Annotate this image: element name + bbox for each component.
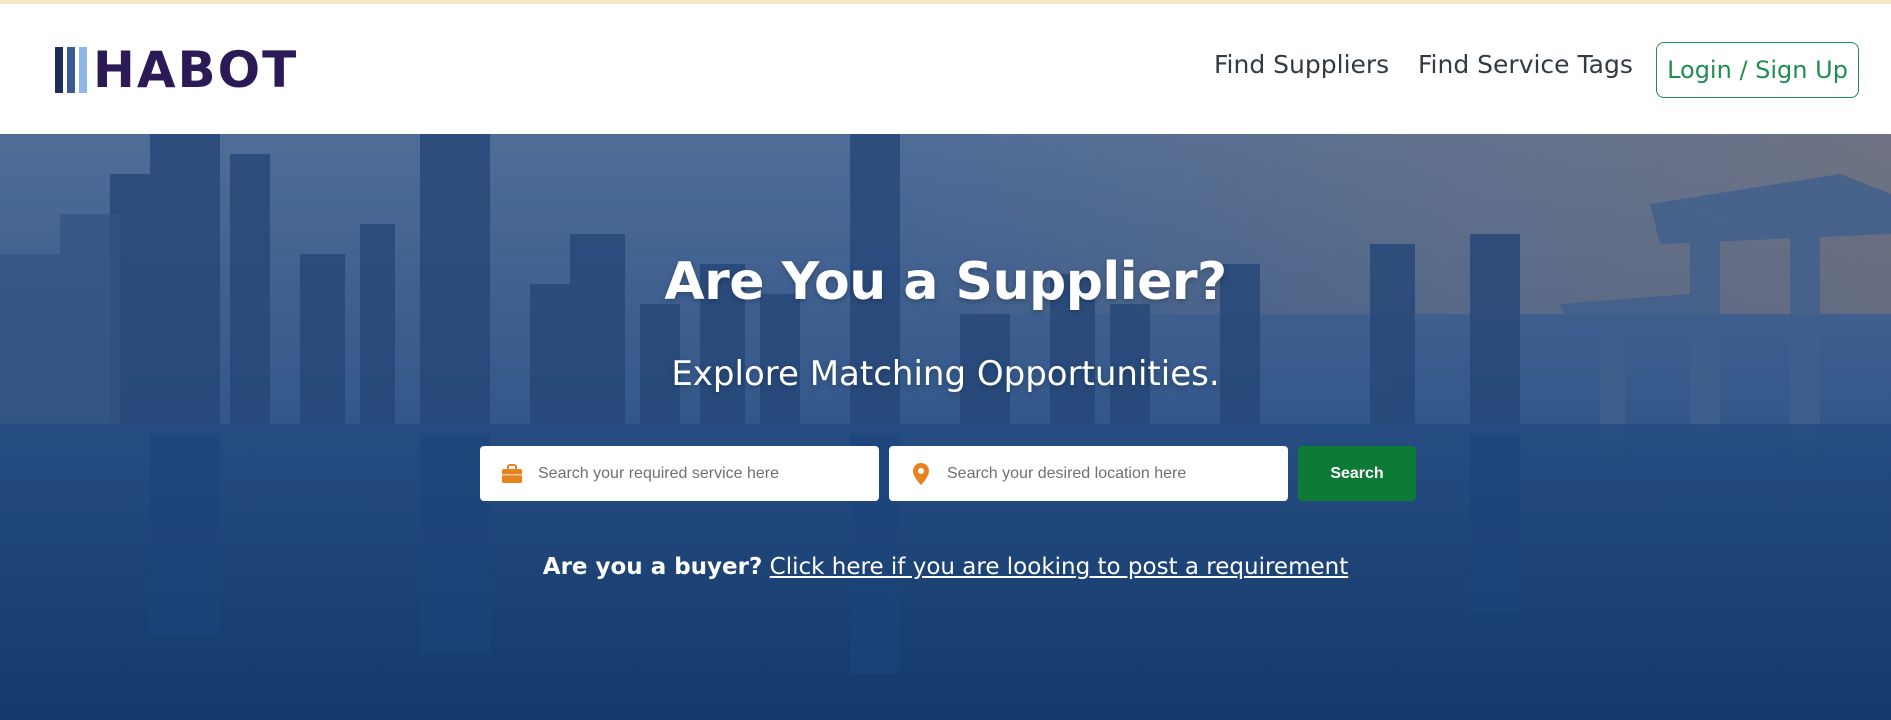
hero-section: Are You a Supplier? Explore Matching Opp… [0, 134, 1891, 720]
search-button[interactable]: Search [1298, 446, 1416, 501]
briefcase-icon [500, 462, 524, 486]
nav-find-service-tags[interactable]: Find Service Tags [1418, 50, 1633, 79]
post-requirement-link[interactable]: Click here if you are looking to post a … [770, 554, 1349, 580]
buyer-question: Are you a buyer? [542, 554, 763, 580]
buyer-prompt: Are you a buyer? Click here if you are l… [0, 554, 1891, 580]
service-search-field[interactable] [480, 446, 879, 501]
map-pin-icon [909, 462, 933, 486]
habot-logo[interactable]: HABOT [55, 41, 299, 99]
location-search-field[interactable] [889, 446, 1288, 501]
service-search-input[interactable] [538, 446, 879, 501]
hero-title: Are You a Supplier? [664, 252, 1227, 312]
login-signup-button[interactable]: Login / Sign Up [1656, 42, 1859, 98]
location-search-input[interactable] [947, 446, 1288, 501]
logo-bars-icon [55, 47, 87, 93]
site-header: HABOT Find Suppliers Find Service Tags L… [0, 4, 1891, 134]
nav-find-suppliers[interactable]: Find Suppliers [1214, 50, 1389, 79]
city-skyline-background [0, 134, 1891, 720]
hero-subtitle: Explore Matching Opportunities. [671, 354, 1220, 394]
logo-wordmark: HABOT [93, 41, 299, 99]
